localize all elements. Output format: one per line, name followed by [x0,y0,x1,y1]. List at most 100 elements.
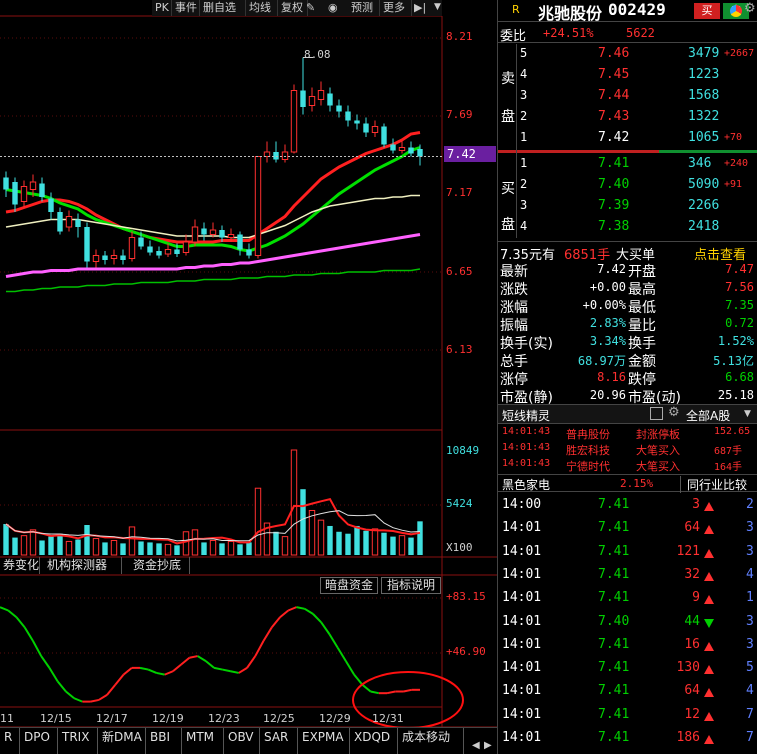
volume-bar [354,525,360,555]
ask-row[interactable]: 4 7.45 1223 [498,65,757,86]
orderbook-divider [498,150,757,153]
toolbar-btn-3[interactable]: 均线 [246,0,278,16]
stat-value: 0.72 [725,316,754,330]
toolbar-btn-6[interactable]: 预测 [348,0,380,16]
bid-row[interactable]: 2 7.40 5090 +91 [498,175,757,196]
sprite-val: 164手 [714,462,743,473]
toolbar-btn-2[interactable]: 删自选 [200,0,246,16]
indicator-tab[interactable]: 成本移动 [398,728,464,754]
volume-bar [300,489,306,555]
ask-row[interactable]: 1 7.42 1065 +70 [498,128,757,149]
volume-bar [3,524,9,555]
sprite-dropdown-icon[interactable]: ▼ [744,409,751,419]
indicator-tab[interactable]: MTM [182,728,224,754]
tick-time: 14:01 [502,566,542,582]
toolbar-dropdown-icon[interactable]: ▼ [434,2,441,12]
candle-body [84,227,90,262]
stat-value: +0.00 [589,280,626,294]
indicator-tab[interactable]: OBV [224,728,260,754]
indicator-tab[interactable]: EXPMA [298,728,350,754]
toolbar-btn-1[interactable]: 事件 [172,0,200,16]
sprite-item[interactable]: 14:01:43 普冉股份 封涨停板 152.65 [498,425,757,441]
indicator-tab[interactable]: SAR [260,728,298,754]
indicator-tab[interactable]: TRIX [58,728,98,754]
bid-row[interactable]: 1 7.41 346 +240 [498,154,757,175]
up-arrow-icon [704,710,714,724]
sprite-settings-icon[interactable]: ⚙ [668,405,680,420]
bid-row[interactable]: 3 7.39 2266 [498,196,757,217]
tick-row: 14:00 7.41 3 2 [498,493,757,516]
sprite-expand-icon[interactable] [650,407,663,420]
indicator-tab[interactable]: 新DMA [98,728,146,754]
sector-compare-button[interactable]: 同行业比较 [680,476,747,493]
tick-count: 3 [746,613,754,629]
pen-icon[interactable]: ✎ [306,0,315,15]
indicator-tab[interactable]: XDQD [350,728,398,754]
date-label: 12/17 [96,712,128,725]
tick-row: 14:01 7.40 44 3 [498,610,757,633]
indicator-tab[interactable]: DPO [20,728,58,754]
candle-body [191,226,199,243]
indicator-line-segment [114,673,125,686]
peak-label: 8.08 [304,48,331,61]
volume-bar [317,519,325,556]
indicator-line-segment [320,621,331,635]
eye-icon[interactable]: ◉ [328,0,338,15]
indicator-line-segment [122,667,133,676]
indicator-line-segment [56,680,67,693]
buy-button[interactable]: 买 [694,3,720,19]
kline-chart[interactable] [0,0,497,754]
color-dot-icon[interactable] [730,5,742,17]
tabs-scroll-right-icon[interactable]: ▶ [484,740,494,754]
volume-bar [246,542,252,555]
indicator-line-segment [345,660,355,676]
sub-tab[interactable]: 资金抄底 [130,557,190,574]
sprite-market-select[interactable]: 全部A股 [686,407,730,424]
ask-change: +70 [724,132,743,143]
ask-price: 7.45 [598,67,630,82]
bid-volume: 346 [688,156,712,171]
indicator-tab[interactable]: BBI [146,728,182,754]
tick-row: 14:01 7.41 16 3 [498,633,757,656]
sub-tab[interactable]: 机构探测器 [44,557,122,574]
volume-bar [182,531,190,556]
ask-row[interactable]: 3 7.44 1568 [498,86,757,107]
indicator-line-segment [328,633,339,649]
candle-body [147,246,153,253]
date-label: 12/19 [152,712,184,725]
candle-body [20,186,28,202]
ask-row[interactable]: 2 7.43 1322 [498,107,757,128]
ask-price: 7.44 [598,88,630,103]
toolbar-btn-0[interactable]: PK [152,0,172,16]
volume-bar [174,545,180,555]
indicator-line-segment [0,606,9,612]
sprite-item[interactable]: 14:01:43 胜宏科技 大笔买入 687手 [498,441,757,457]
sprite-stock: 宁德时代 [566,460,610,473]
weibi-label: 委比 [500,29,527,44]
dark-pool-fund-button[interactable]: 暗盘资金 [320,577,378,594]
indicator-tab[interactable]: R [0,728,20,754]
candle-body [128,237,136,259]
sprite-stock: 普冉股份 [566,428,610,441]
indicator-line-segment [230,670,240,674]
tick-count: 1 [746,590,754,606]
stat-value: 1.52% [717,334,754,348]
indicator-line-segment [65,690,75,700]
bid-row[interactable]: 4 7.38 2418 [498,217,757,238]
pin-icon[interactable]: ▶| [414,0,426,15]
toolbar-btn-7[interactable]: 更多 [380,0,412,16]
sub-tab[interactable]: 券变化 [0,557,40,574]
volume-bar [308,509,316,556]
candle-body [246,249,252,256]
indicator-line-segment [304,607,314,615]
tick-volume: 12 [684,706,700,722]
indicator-help-button[interactable]: 指标说明 [381,577,441,594]
sprite-item[interactable]: 14:01:43 宁德时代 大笔买入 164手 [498,457,757,473]
stat-value: 7.47 [725,262,754,276]
toolbar-btn-4[interactable]: 复权 [278,0,308,16]
tabs-scroll-left-icon[interactable]: ◀ [472,740,482,754]
stat-label: 最高 [628,282,656,298]
ask-row[interactable]: 5 7.46 3479 +2667 [498,44,757,65]
tick-row: 14:01 7.41 130 5 [498,656,757,679]
settings-gear-icon[interactable]: ⚙ [744,1,756,16]
